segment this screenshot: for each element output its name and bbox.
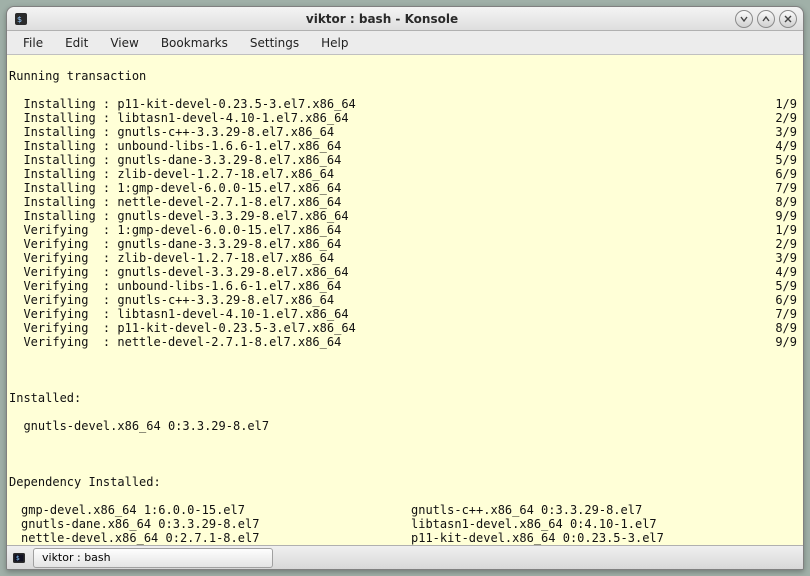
output-line: Verifying : gnutls-devel-3.3.29-8.el7.x8… xyxy=(9,265,801,279)
output-line: Installing : gnutls-c++-3.3.29-8.el7.x86… xyxy=(9,125,801,139)
menu-help[interactable]: Help xyxy=(311,33,358,53)
output-line: Verifying : p11-kit-devel-0.23.5-3.el7.x… xyxy=(9,321,801,335)
tab-button[interactable]: viktor : bash xyxy=(33,548,273,568)
output-line: Verifying : unbound-libs-1.6.6-1.el7.x86… xyxy=(9,279,801,293)
menubar: File Edit View Bookmarks Settings Help xyxy=(7,31,803,55)
output-line: Verifying : nettle-devel-2.7.1-8.el7.x86… xyxy=(9,335,801,349)
titlebar[interactable]: $ viktor : bash - Konsole xyxy=(7,7,803,31)
output-line: Installing : unbound-libs-1.6.6-1.el7.x8… xyxy=(9,139,801,153)
output-line: Verifying : gnutls-dane-3.3.29-8.el7.x86… xyxy=(9,237,801,251)
output-line xyxy=(9,447,801,461)
menu-bookmarks[interactable]: Bookmarks xyxy=(151,33,238,53)
window-controls xyxy=(735,10,797,28)
minimize-button[interactable] xyxy=(735,10,753,28)
output-line: Installing : zlib-devel-1.2.7-18.el7.x86… xyxy=(9,167,801,181)
output-line: gnutls-dane.x86_64 0:3.3.29-8.el7libtasn… xyxy=(9,517,801,531)
output-line xyxy=(9,363,801,377)
output-line: gnutls-devel.x86_64 0:3.3.29-8.el7 xyxy=(9,419,801,433)
output-line: Installing : 1:gmp-devel-6.0.0-15.el7.x8… xyxy=(9,181,801,195)
output-line: Dependency Installed: xyxy=(9,475,801,489)
output-line: Installing : nettle-devel-2.7.1-8.el7.x8… xyxy=(9,195,801,209)
output-line: Installing : libtasn1-devel-4.10-1.el7.x… xyxy=(9,111,801,125)
output-line: Verifying : gnutls-c++-3.3.29-8.el7.x86_… xyxy=(9,293,801,307)
menu-file[interactable]: File xyxy=(13,33,53,53)
close-button[interactable] xyxy=(779,10,797,28)
app-icon: $ xyxy=(13,11,29,27)
output-line: Verifying : libtasn1-devel-4.10-1.el7.x8… xyxy=(9,307,801,321)
output-line: Verifying : zlib-devel-1.2.7-18.el7.x86_… xyxy=(9,251,801,265)
output-line: Installing : gnutls-devel-3.3.29-8.el7.x… xyxy=(9,209,801,223)
output-line: Installing : gnutls-dane-3.3.29-8.el7.x8… xyxy=(9,153,801,167)
terminal-view[interactable]: Running transaction Installing : p11-kit… xyxy=(7,55,803,545)
konsole-window: $ viktor : bash - Konsole File Edit View… xyxy=(6,6,804,570)
menu-edit[interactable]: Edit xyxy=(55,33,98,53)
svg-text:$: $ xyxy=(16,555,20,562)
tab-bar: $ viktor : bash xyxy=(7,545,803,569)
menu-view[interactable]: View xyxy=(100,33,148,53)
maximize-button[interactable] xyxy=(757,10,775,28)
output-line: Verifying : 1:gmp-devel-6.0.0-15.el7.x86… xyxy=(9,223,801,237)
output-line: nettle-devel.x86_64 0:2.7.1-8.el7p11-kit… xyxy=(9,531,801,545)
output-line: gmp-devel.x86_64 1:6.0.0-15.el7gnutls-c+… xyxy=(9,503,801,517)
output-line: Installing : p11-kit-devel-0.23.5-3.el7.… xyxy=(9,97,801,111)
output-line: Running transaction xyxy=(9,69,801,83)
svg-text:$: $ xyxy=(17,15,22,24)
menu-settings[interactable]: Settings xyxy=(240,33,309,53)
output-line: Installed: xyxy=(9,391,801,405)
tab-label: viktor : bash xyxy=(42,551,111,564)
window-title: viktor : bash - Konsole xyxy=(29,12,735,26)
new-tab-icon[interactable]: $ xyxy=(11,550,27,566)
